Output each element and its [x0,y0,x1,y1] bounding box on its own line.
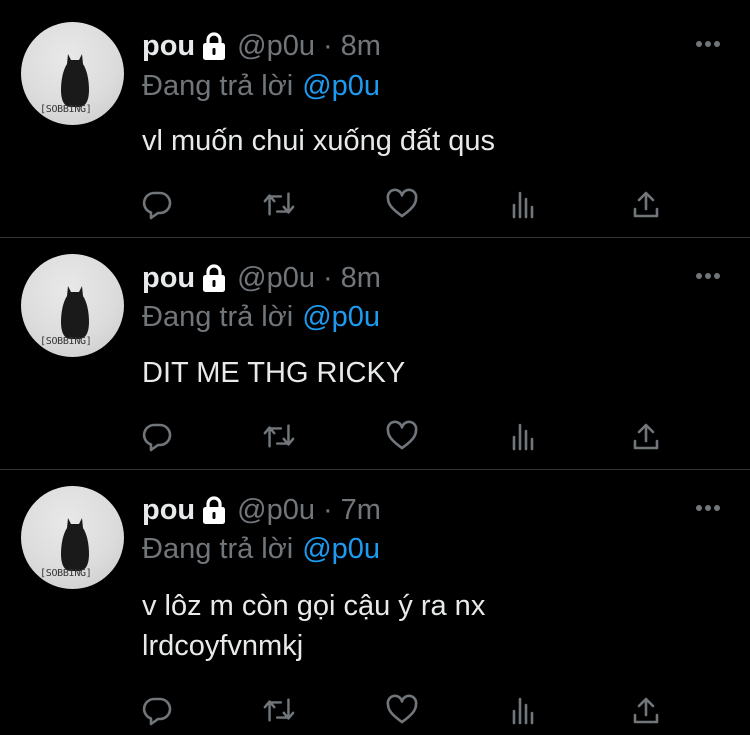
more-icon[interactable] [694,503,722,513]
reply-icon [142,423,172,452]
tweet-header: pou @p0u · 8m [142,260,381,296]
avatar[interactable]: [SOBBING] [21,22,124,125]
user-handle[interactable]: @p0u [237,30,315,63]
avatar[interactable]: [SOBBING] [21,486,124,589]
display-name[interactable]: pou [142,494,195,527]
tweet-actions [0,419,750,453]
tweet-header: pou @p0u · 8m [142,28,381,64]
tweet-text-line: vl muốn chui xuống đất qus [142,125,496,157]
like-button[interactable] [385,187,419,221]
tweet[interactable]: [SOBBING] pou @p0u · 7m Đang trả lời @p0u… [0,470,750,735]
reply-icon [142,697,172,726]
avatar-tag: [SOBBING] [40,104,92,115]
share-icon [633,423,659,450]
reply-icon [142,191,172,220]
avatar[interactable]: [SOBBING] [21,254,124,357]
cat-silhouette-icon [61,54,89,107]
retweet-icon [263,192,295,216]
replying-to: Đang trả lời @p0u [142,533,380,566]
analytics-icon [512,423,534,451]
analytics-icon [512,191,534,219]
replying-mention[interactable]: @p0u [302,533,380,565]
analytics-icon [512,697,534,725]
cat-silhouette-icon [61,286,89,339]
cat-silhouette-icon [61,518,89,571]
lock-icon [203,32,226,60]
replying-label: Đang trả lời [142,301,294,333]
replying-label: Đang trả lời [142,70,294,102]
display-name[interactable]: pou [142,30,195,63]
lock-icon [203,264,226,292]
retweet-button[interactable] [262,693,296,727]
tweet[interactable]: [SOBBING] pou @p0u · 8m Đang trả lời @p0u… [0,238,750,469]
like-button[interactable] [385,693,419,727]
tweet-text-line: lrdcoyfvnmkj [142,630,304,662]
replying-to: Đang trả lời @p0u [142,301,380,334]
tweet-text: v lôz m còn gọi cậu ý ra nx lrdcoyfvnmkj [142,586,485,666]
separator-dot: · [322,29,333,62]
tweet[interactable]: [SOBBING] pou @p0u · 8m Đang trả lời @p0u… [0,0,750,237]
user-handle[interactable]: @p0u [237,262,315,295]
replying-to: Đang trả lời @p0u [142,70,380,103]
timestamp[interactable]: 8m [341,30,381,63]
timestamp[interactable]: 7m [341,494,381,527]
heart-icon [386,420,418,450]
heart-icon [386,188,418,218]
analytics-button[interactable] [507,419,541,453]
share-icon [633,191,659,218]
separator-dot: · [322,261,333,294]
avatar-tag: [SOBBING] [40,568,92,579]
analytics-button[interactable] [507,693,541,727]
retweet-icon [263,698,295,722]
retweet-button[interactable] [262,419,296,453]
tweet-actions [0,187,750,221]
tweet-text-line: v lôz m còn gọi cậu ý ra nx [142,590,486,622]
avatar-tag: [SOBBING] [40,336,92,347]
retweet-icon [263,424,295,448]
more-icon[interactable] [694,39,722,49]
lock-icon [203,496,226,524]
share-button[interactable] [629,693,663,727]
display-name[interactable]: pou [142,262,195,295]
replying-mention[interactable]: @p0u [302,70,380,102]
replying-mention[interactable]: @p0u [302,301,380,333]
reply-button[interactable] [140,693,174,727]
like-button[interactable] [385,419,419,453]
replying-label: Đang trả lời [142,533,294,565]
timestamp[interactable]: 8m [341,262,381,295]
tweet-text-line: DIT ME THG RICKY [142,357,406,389]
share-button[interactable] [629,187,663,221]
share-icon [633,697,659,724]
separator-dot: · [322,493,333,526]
heart-icon [386,694,418,724]
more-icon[interactable] [694,271,722,281]
tweet-text: vl muốn chui xuống đất qus [142,121,495,161]
user-handle[interactable]: @p0u [237,494,315,527]
tweet-header: pou @p0u · 7m [142,492,381,528]
tweet-text: DIT ME THG RICKY [142,353,405,393]
retweet-button[interactable] [262,187,296,221]
reply-button[interactable] [140,419,174,453]
tweet-actions [0,693,750,727]
analytics-button[interactable] [507,187,541,221]
share-button[interactable] [629,419,663,453]
reply-button[interactable] [140,187,174,221]
